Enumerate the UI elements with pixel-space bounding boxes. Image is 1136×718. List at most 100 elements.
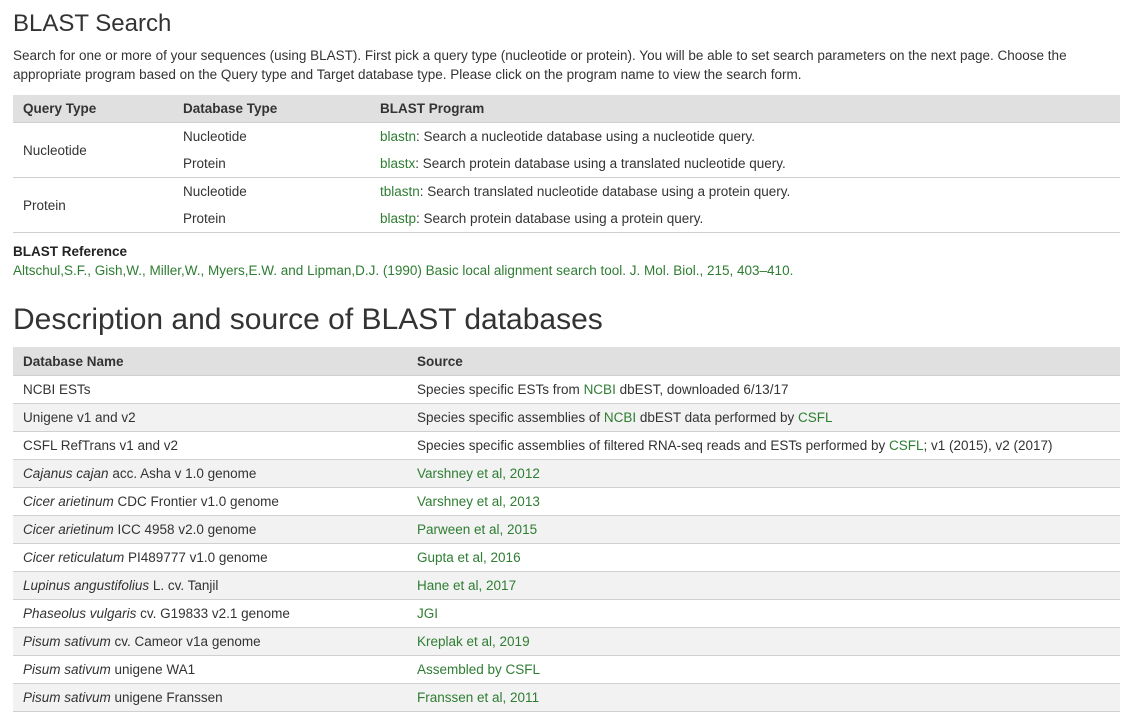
database-name-cell: Unigene v1 and v2 (13, 403, 407, 432)
source-text: dbEST data performed by (636, 410, 798, 425)
database-table: Database Name Source NCBI ESTs Species sp… (13, 347, 1120, 712)
species-name: Phaseolus vulgaris (23, 606, 137, 621)
species-name: Cicer arietinum (23, 494, 114, 509)
database-name-cell: CSFL RefTrans v1 and v2 (13, 431, 407, 460)
program-desc: : Search translated nucleotide database … (419, 184, 791, 199)
database-name: NCBI ESTs (23, 382, 91, 397)
database-name: acc. Asha v 1.0 genome (108, 466, 257, 481)
database-name-cell: Cajanus cajan acc. Asha v 1.0 genome (13, 459, 407, 488)
col-source: Source (407, 347, 1120, 376)
source-link[interactable]: Varshney et al, 2012 (417, 466, 540, 481)
source-link[interactable]: Kreplak et al, 2019 (417, 634, 530, 649)
database-name-cell: Lupinus angustifolius L. cv. Tanjil (13, 571, 407, 600)
source-cell: Species specific ESTs from NCBI dbEST, d… (407, 375, 1120, 404)
source-link[interactable]: Assembled by CSFL (417, 662, 540, 677)
table-row: Cajanus cajan acc. Asha v 1.0 genome Vars… (13, 459, 1120, 488)
database-name-cell: Pisum sativum unigene WA1 (13, 655, 407, 684)
database-name-cell: Pisum sativum unigene Franssen (13, 683, 407, 712)
table-row: Cicer arietinum ICC 4958 v2.0 genome Parw… (13, 515, 1120, 544)
table-row: Cicer arietinum CDC Frontier v1.0 genome… (13, 487, 1120, 516)
database-name: Unigene v1 and v2 (23, 410, 136, 425)
table-row: Protein blastx: Search protein database … (13, 150, 1120, 178)
database-name: L. cv. Tanjil (149, 578, 219, 593)
table-row: NCBI ESTs Species specific ESTs from NCBI… (13, 375, 1120, 404)
source-link[interactable]: JGI (417, 606, 438, 621)
source-link[interactable]: NCBI (584, 382, 616, 397)
table-row: CSFL RefTrans v1 and v2 Species specific … (13, 431, 1120, 460)
table-row: Phaseolus vulgaris cv. G19833 v2.1 genom… (13, 599, 1120, 628)
database-name: CDC Frontier v1.0 genome (113, 494, 279, 509)
program-cell: blastx: Search protein database using a … (370, 150, 1120, 178)
source-link[interactable]: CSFL (798, 410, 833, 425)
table-row: Pisum sativum cv. Cameor v1a genome Krepl… (13, 627, 1120, 656)
intro-text: Search for one or more of your sequences… (13, 48, 1067, 82)
program-cell: blastn: Search a nucleotide database usi… (370, 123, 1120, 151)
database-name: unigene WA1 (110, 662, 196, 677)
db-type: Protein (173, 150, 370, 178)
table-row: Nucleotide Nucleotide blastn: Search a n… (13, 122, 1120, 178)
source-cell: JGI (407, 599, 1120, 628)
source-text: Species specific assemblies of filtered … (417, 438, 889, 453)
col-query-type: Query Type (13, 95, 173, 123)
source-link[interactable]: Varshney et al, 2013 (417, 494, 540, 509)
source-cell: Species specific assemblies of filtered … (407, 431, 1120, 460)
db-type: Protein (173, 205, 370, 233)
program-cell: blastp: Search protein database using a … (370, 205, 1120, 233)
table-row: Lupinus angustifolius L. cv. Tanjil Hane … (13, 571, 1120, 600)
database-name: CSFL RefTrans v1 and v2 (23, 438, 179, 453)
table-header-row: Query Type Database Type BLAST Program (13, 95, 1120, 123)
table-row: Pisum sativum unigene Franssen Franssen e… (13, 683, 1120, 712)
species-name: Lupinus angustifolius (23, 578, 150, 593)
program-desc: : Search protein database using a transl… (415, 156, 786, 171)
source-cell: Assembled by CSFL (407, 655, 1120, 684)
source-cell: Varshney et al, 2012 (407, 459, 1120, 488)
database-name-cell: Phaseolus vulgaris cv. G19833 v2.1 genom… (13, 599, 407, 628)
source-cell: Franssen et al, 2011 (407, 683, 1120, 712)
program-desc: : Search protein database using a protei… (416, 211, 704, 226)
database-name: ICC 4958 v2.0 genome (113, 522, 257, 537)
source-cell: Species specific assemblies of NCBI dbES… (407, 403, 1120, 432)
blast-program-table: Query Type Database Type BLAST Program N… (13, 95, 1120, 233)
db-type: Nucleotide (183, 129, 247, 144)
source-link[interactable]: CSFL (889, 438, 924, 453)
source-link[interactable]: Franssen et al, 2011 (417, 690, 539, 705)
table-row: Cicer reticulatum PI489777 v1.0 genome Gu… (13, 543, 1120, 572)
col-database-name: Database Name (13, 347, 407, 376)
source-text: Species specific assemblies of (417, 410, 604, 425)
source-cell: Kreplak et al, 2019 (407, 627, 1120, 656)
source-text: Species specific ESTs from (417, 382, 584, 397)
program-cell: tblastn: Search translated nucleotide da… (370, 178, 1120, 206)
reference-citation-link[interactable]: Altschul,S.F., Gish,W., Miller,W., Myers… (13, 263, 793, 278)
databases-title: Description and source of BLAST database… (13, 303, 603, 336)
source-cell: Varshney et al, 2013 (407, 487, 1120, 516)
col-database-type: Database Type (173, 95, 370, 123)
source-link[interactable]: Parween et al, 2015 (417, 522, 537, 537)
database-name: unigene Franssen (110, 690, 223, 705)
blastp-link[interactable]: blastp (380, 211, 416, 226)
reference-heading: BLAST Reference (13, 244, 128, 259)
table-row: Unigene v1 and v2 Species specific assemb… (13, 403, 1120, 432)
species-name: Cajanus cajan (23, 466, 109, 481)
page-title: BLAST Search (13, 10, 172, 37)
table-row: Protein Nucleotide tblastn: Search trans… (13, 177, 1120, 233)
query-type-protein: Protein (13, 177, 173, 233)
blastx-link[interactable]: blastx (380, 156, 415, 171)
species-name: Pisum sativum (23, 690, 111, 705)
database-name-cell: Pisum sativum cv. Cameor v1a genome (13, 627, 407, 656)
source-link[interactable]: Gupta et al, 2016 (417, 550, 521, 565)
database-name-cell: Cicer arietinum ICC 4958 v2.0 genome (13, 515, 407, 544)
db-type: Nucleotide (183, 184, 247, 199)
database-name: cv. Cameor v1a genome (110, 634, 261, 649)
source-text: ; v1 (2015), v2 (2017) (923, 438, 1053, 453)
table-header-row: Database Name Source (13, 347, 1120, 376)
blastn-link[interactable]: blastn (380, 129, 416, 144)
table-row: Pisum sativum unigene WA1 Assembled by CS… (13, 655, 1120, 684)
tblastn-link[interactable]: tblastn (380, 184, 420, 199)
database-name-cell: Cicer reticulatum PI489777 v1.0 genome (13, 543, 407, 572)
source-link[interactable]: Hane et al, 2017 (417, 578, 516, 593)
database-name-cell: Cicer arietinum CDC Frontier v1.0 genome (13, 487, 407, 516)
source-cell: Hane et al, 2017 (407, 571, 1120, 600)
query-type-nucleotide: Nucleotide (13, 122, 173, 178)
species-name: Cicer reticulatum (23, 550, 125, 565)
source-link[interactable]: NCBI (604, 410, 636, 425)
